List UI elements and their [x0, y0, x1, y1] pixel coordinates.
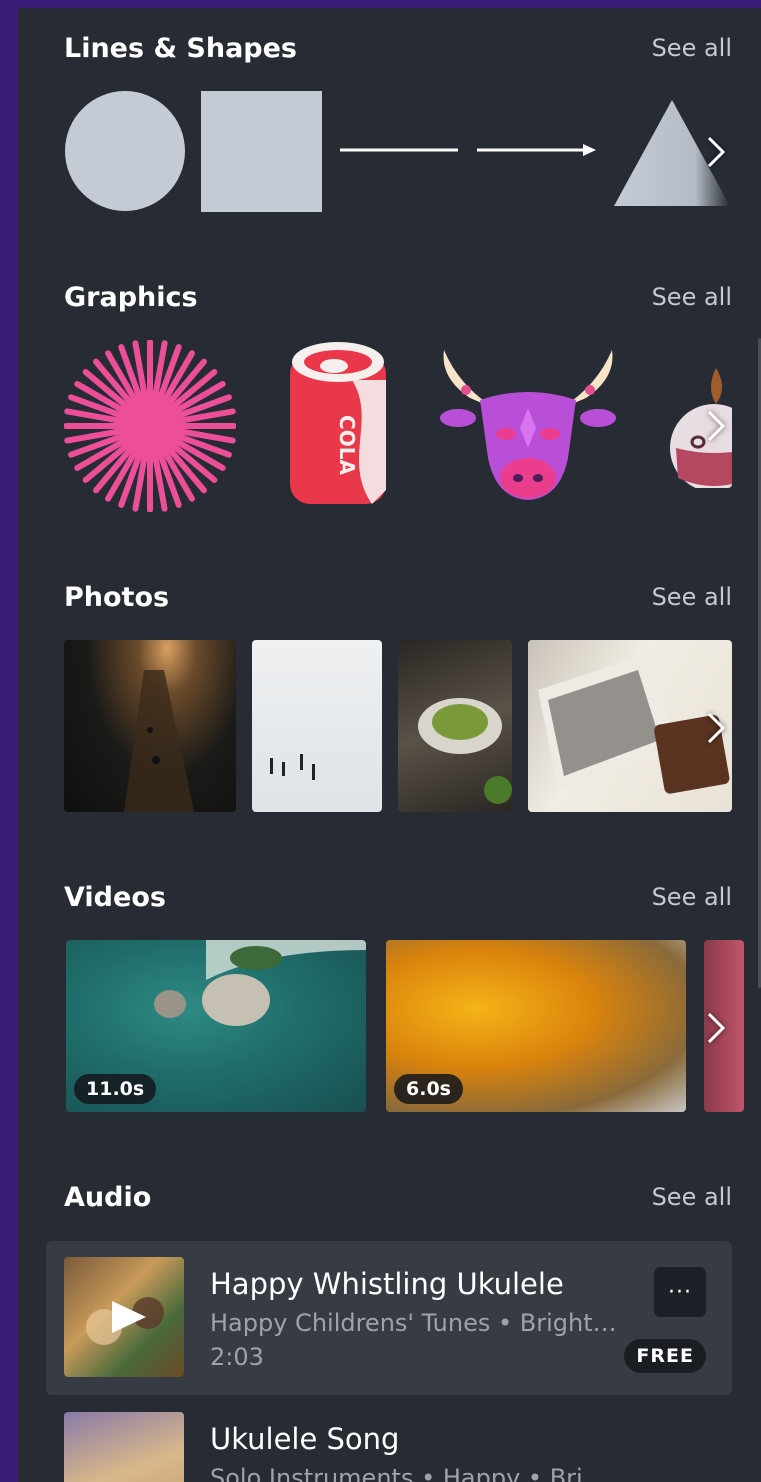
video-aerial-coast[interactable]: 11.0s	[66, 940, 366, 1112]
video-duration-badge: 6.0s	[394, 1074, 463, 1104]
salad-bowl-photo[interactable]	[398, 640, 512, 812]
bull-head-graphic[interactable]	[440, 348, 616, 508]
pink-sunburst-graphic[interactable]	[64, 340, 236, 512]
photos-section-header: Photos See all	[64, 577, 732, 617]
chevron-right-icon	[707, 136, 726, 168]
videos-next-button[interactable]	[696, 998, 736, 1058]
circle-shape[interactable]	[64, 90, 186, 212]
more-options-button[interactable]: ···	[654, 1267, 706, 1317]
shapes-next-button[interactable]	[696, 122, 736, 182]
audio-thumbnail[interactable]	[64, 1412, 184, 1482]
shapes-section-header: Lines & Shapes See all	[64, 28, 732, 68]
audio-track-title: Happy Whistling Ukulele	[210, 1267, 564, 1301]
photos-section-title: Photos	[64, 581, 170, 613]
free-badge: FREE	[624, 1339, 706, 1373]
graphics-section-header: Graphics See all	[64, 277, 732, 317]
graphics-row: COLA	[64, 338, 732, 514]
audio-track-subtitle: Solo Instruments • Happy • Bright	[210, 1464, 620, 1482]
shapes-row	[64, 90, 732, 214]
elements-panel: Lines & Shapes See all Graphics See all	[18, 8, 761, 1482]
line-shape[interactable]	[338, 140, 460, 160]
more-horizontal-icon: ···	[668, 1279, 692, 1305]
shapes-section-title: Lines & Shapes	[64, 32, 298, 64]
videos-section-header: Videos See all	[64, 877, 732, 917]
audio-track-card[interactable]: Happy Whistling Ukulele Happy Childrens'…	[46, 1241, 732, 1395]
photos-next-button[interactable]	[696, 698, 736, 758]
video-duration-badge: 11.0s	[74, 1074, 157, 1104]
audio-track-card[interactable]: Ukulele Song Solo Instruments • Happy • …	[46, 1396, 732, 1482]
photos-row	[64, 640, 732, 812]
cola-label: COLA	[335, 415, 359, 475]
chevron-right-icon	[707, 712, 726, 744]
photos-see-all-link[interactable]: See all	[652, 583, 732, 611]
audio-see-all-link[interactable]: See all	[652, 1183, 732, 1211]
audio-section-title: Audio	[64, 1181, 152, 1213]
arrow-line-shape[interactable]	[475, 138, 599, 162]
graphics-next-button[interactable]	[696, 396, 736, 456]
night-alley-photo[interactable]	[64, 640, 236, 812]
audio-track-duration: 2:03	[210, 1343, 264, 1371]
chevron-right-icon	[707, 410, 726, 442]
videos-row: 11.0s 6.0s	[64, 940, 744, 1112]
video-orange-ink[interactable]: 6.0s	[386, 940, 686, 1112]
videos-section-title: Videos	[64, 881, 166, 913]
audio-track-subtitle: Happy Childrens' Tunes • Bright ...	[210, 1309, 620, 1337]
snow-walkers-photo[interactable]	[252, 640, 382, 812]
videos-see-all-link[interactable]: See all	[652, 883, 732, 911]
audio-thumbnail[interactable]	[64, 1257, 184, 1377]
audio-section-header: Audio See all	[64, 1177, 732, 1217]
cola-can-graphic[interactable]: COLA	[282, 340, 394, 512]
chevron-right-icon	[707, 1012, 726, 1044]
graphics-section-title: Graphics	[64, 281, 198, 313]
square-shape[interactable]	[201, 91, 322, 212]
shapes-see-all-link[interactable]: See all	[652, 34, 732, 62]
audio-track-title: Ukulele Song	[210, 1422, 400, 1456]
graphics-see-all-link[interactable]: See all	[652, 283, 732, 311]
